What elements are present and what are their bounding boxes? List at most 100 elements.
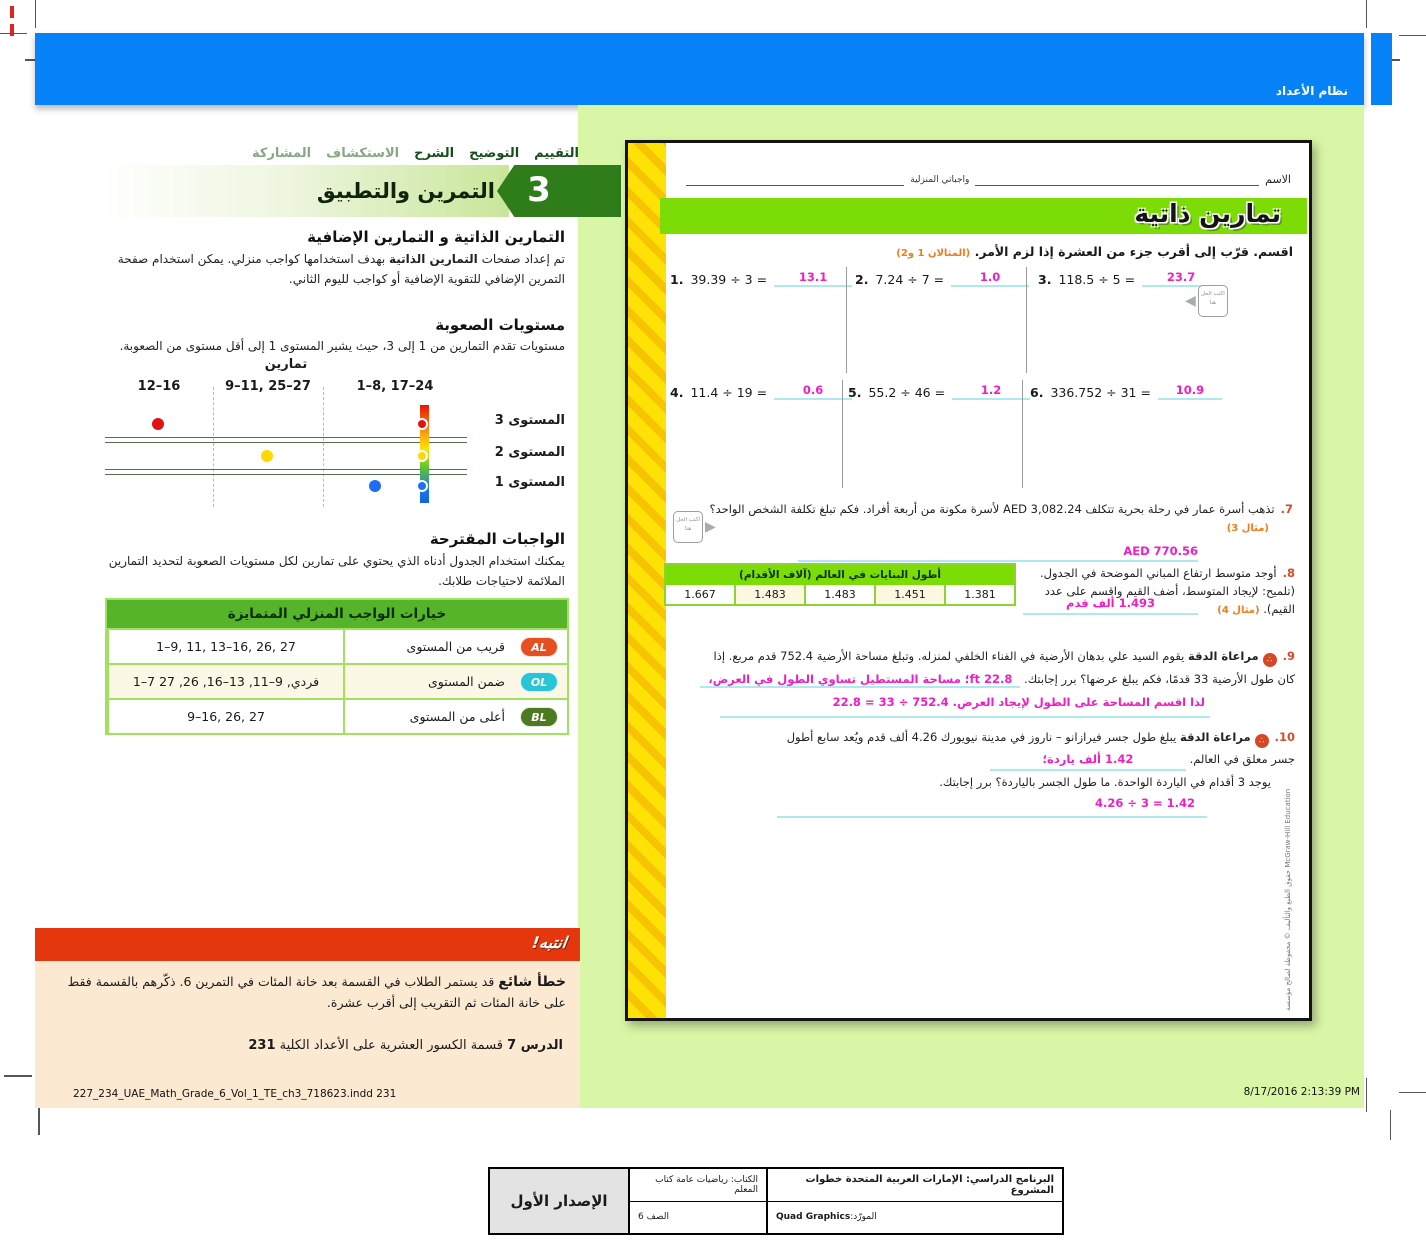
vendor-name: Quad Graphics — [776, 1212, 850, 1222]
exercises-cell: 9–16, 26, 27 — [107, 700, 343, 733]
tab-elaborate: التوضيح — [469, 146, 519, 161]
problem-number: 4. — [670, 385, 683, 400]
crop-mark — [1399, 1092, 1426, 1093]
buildings-table-title: أطول البنايات في العالم (آلاف الأقدام) — [666, 565, 1014, 585]
name-label: الاسم — [1265, 173, 1291, 186]
answer-text: 22.8 ft؛ مساحة المستطيل تساوي الطول في ا… — [700, 672, 1020, 688]
page-number: 231 — [248, 1038, 275, 1053]
registration-mark — [10, 24, 14, 36]
difficulty-chart: تمارين 12–16 9–11, 25–27 1–8, 17–24 المس… — [105, 357, 565, 515]
difficulty-body: مستويات تقدم التمارين من 1 إلى 3، حيث يش… — [105, 337, 565, 357]
attention-box: انتبه! خطأ شائع قد يستمر الطلاب في القسم… — [35, 928, 580, 1108]
answer-blank: 1.0 — [951, 270, 1029, 287]
buildings-table: أطول البنايات في العالم (آلاف الأقدام) 1… — [664, 563, 1016, 606]
version-info-table: الإصدار الأول الكتاب: رياضيات عامة كتاب … — [488, 1167, 1064, 1235]
answer-text: 4.26 ÷ 3 = 1.42 — [642, 795, 1195, 813]
chart-title: تمارين — [105, 357, 467, 372]
answer-text: لذا اقسم المساحة على الطول لإيجاد العرض.… — [642, 694, 1205, 712]
example-ref: (مثال 4) — [1217, 605, 1259, 616]
table-row: AL قريب من المستوى 1–9, 11, 13–16, 26, 2… — [107, 628, 567, 663]
problem-9: 9.∴مراعاة الدقة يقوم السيد علي بدهان الأ… — [642, 648, 1295, 718]
bl-badge: BL — [520, 707, 558, 727]
gradient-bar-level1-dot — [416, 480, 428, 492]
answer-blank: 0.6 — [774, 383, 852, 400]
scanned-textbook-page: نظام الأعداد المشاركة الاستكشاف الشرح ال… — [0, 0, 1426, 1240]
crop-mark — [0, 33, 27, 34]
level1-dot — [369, 480, 381, 492]
program-cell: البرنامج الدراسي: الإمارات العربية المتح… — [768, 1169, 1062, 1201]
worksheet-title: تمارين ذاتية — [1134, 199, 1281, 228]
problem-text: كان طول الأرضية 33 قدمًا، فكم يبلغ عرضها… — [1024, 672, 1295, 686]
common-error-label: خطأ شائع — [498, 974, 566, 990]
worksheet-edge-stripes — [628, 143, 666, 1018]
problem-number: 10. — [1275, 730, 1295, 744]
buildings-table-values: 1.667 1.483 1.483 1.451 1.381 — [666, 585, 1014, 604]
problem-text: تذهب أسرة عمار في رحلة بحرية تتكلف AED 3… — [709, 502, 1274, 516]
answer-value: 13.1 — [799, 270, 827, 284]
column-header: 1–8, 17–24 — [323, 379, 467, 394]
table-value: 1.483 — [734, 585, 804, 604]
common-error-body: قد يستمر الطلاب في القسمة بعد خانة المئا… — [68, 974, 566, 1010]
column-divider — [323, 387, 324, 507]
chapter-title: نظام الأعداد — [1276, 84, 1348, 98]
problem-text: يبلغ طول جسر فيرازانو – ناروز في مدينة ن… — [787, 730, 1177, 744]
problem-expression: 55.2 ÷ 46 = — [868, 385, 945, 400]
self-practice-body: تم إعداد صفحات التمارين الذاتية بهدف است… — [105, 250, 565, 290]
table-value: 1.667 — [666, 585, 734, 604]
level1-label: المستوى 1 — [473, 475, 565, 490]
al-badge: AL — [520, 637, 558, 657]
answer-blank: 1.2 — [952, 383, 1030, 400]
write-solution-note: ◀ اكتب الحل هنا — [1185, 285, 1228, 317]
note-box: اكتب الحل هنا — [1198, 285, 1228, 317]
homework-label: واجباتي المنزلية — [910, 175, 969, 186]
homework-options-table: خيارات الواجب المنزلي المتمايزة AL قريب … — [105, 598, 569, 735]
answer-value: 10.9 — [1176, 383, 1204, 397]
problem-8-answer: 1.493 ألف قدم — [1023, 595, 1198, 615]
level-separator-line — [105, 437, 467, 443]
chapter-bar-bleed-tab — [1371, 33, 1392, 105]
attention-header-bar: انتبه! — [35, 928, 580, 961]
answer-value: 1.493 ألف قدم — [1066, 596, 1155, 610]
crop-mark — [35, 0, 36, 28]
instruction-text: اقسم. قرّب إلى أقرب جزء من العشرة إذا لز… — [975, 244, 1293, 259]
problem-expression: 118.5 ÷ 5 = — [1058, 272, 1135, 287]
vendor-cell: المورّد: Quad Graphics — [768, 1201, 1062, 1234]
print-timestamp: 8/17/2016 2:13:39 PM — [1200, 1086, 1360, 1098]
table-value: 1.381 — [944, 585, 1014, 604]
column-divider — [213, 387, 214, 507]
vendor-label: المورّد: — [850, 1212, 876, 1222]
crop-mark — [1366, 1078, 1367, 1112]
student-worksheet: الاسم واجباتي المنزلية تمارين ذاتية اقسم… — [625, 140, 1312, 1021]
answer-line — [720, 714, 1210, 718]
level-cell: قريب من المستوى — [343, 630, 511, 663]
problem-10: 10.∴مراعاة الدقة يبلغ طول جسر فيرازانو –… — [642, 729, 1295, 818]
badge-cell: AL — [511, 637, 567, 657]
problem-5: 5. 55.2 ÷ 46 = 1.2 — [848, 383, 1030, 400]
suggested-body: يمكنك استخدام الجدول أدناه الذي يحتوي عل… — [105, 552, 565, 592]
problem-column-divider — [1022, 380, 1023, 488]
answer-line — [777, 814, 1207, 818]
tab-engage: المشاركة — [252, 146, 311, 161]
problem-column-divider — [1026, 267, 1027, 373]
chart-column-headers: 12–16 9–11, 25–27 1–8, 17–24 — [105, 379, 467, 394]
problem-number: 2. — [855, 272, 868, 287]
problem-7: 7.تذهب أسرة عمار في رحلة بحرية تتكلف AED… — [758, 501, 1293, 562]
problem-expression: 336.752 ÷ 31 = — [1050, 385, 1150, 400]
worksheet-title-bar: تمارين ذاتية — [660, 198, 1307, 234]
arrow-left-icon: ◀ — [1185, 293, 1196, 309]
problem-1: 1. 39.39 ÷ 3 = 13.1 — [670, 270, 852, 287]
crop-mark — [1366, 0, 1367, 28]
answer-value: 23.7 — [1167, 270, 1195, 284]
answer-text: 1.42 ألف ياردة؛ — [990, 751, 1186, 771]
gradient-bar-level3-dot — [416, 418, 428, 430]
common-error-text: خطأ شائع قد يستمر الطلاب في القسمة بعد خ… — [49, 971, 566, 1013]
column-header: 9–11, 25–27 — [213, 379, 323, 394]
section-number: 3 — [527, 170, 551, 210]
suggested-heading: الواجبات المقترحة — [105, 530, 565, 548]
problem-expression: 11.4 ÷ 19 = — [690, 385, 767, 400]
lesson-title: قسمة الكسور العشرية على الأعداد الكلية — [280, 1038, 503, 1053]
level-separator-line — [105, 469, 467, 475]
book-grade-column: الكتاب: رياضيات عامة كتاب المعلم الصف 6 — [630, 1169, 768, 1233]
problem-6: 6. 336.752 ÷ 31 = 10.9 — [1030, 383, 1222, 400]
name-blank-line — [686, 171, 904, 186]
